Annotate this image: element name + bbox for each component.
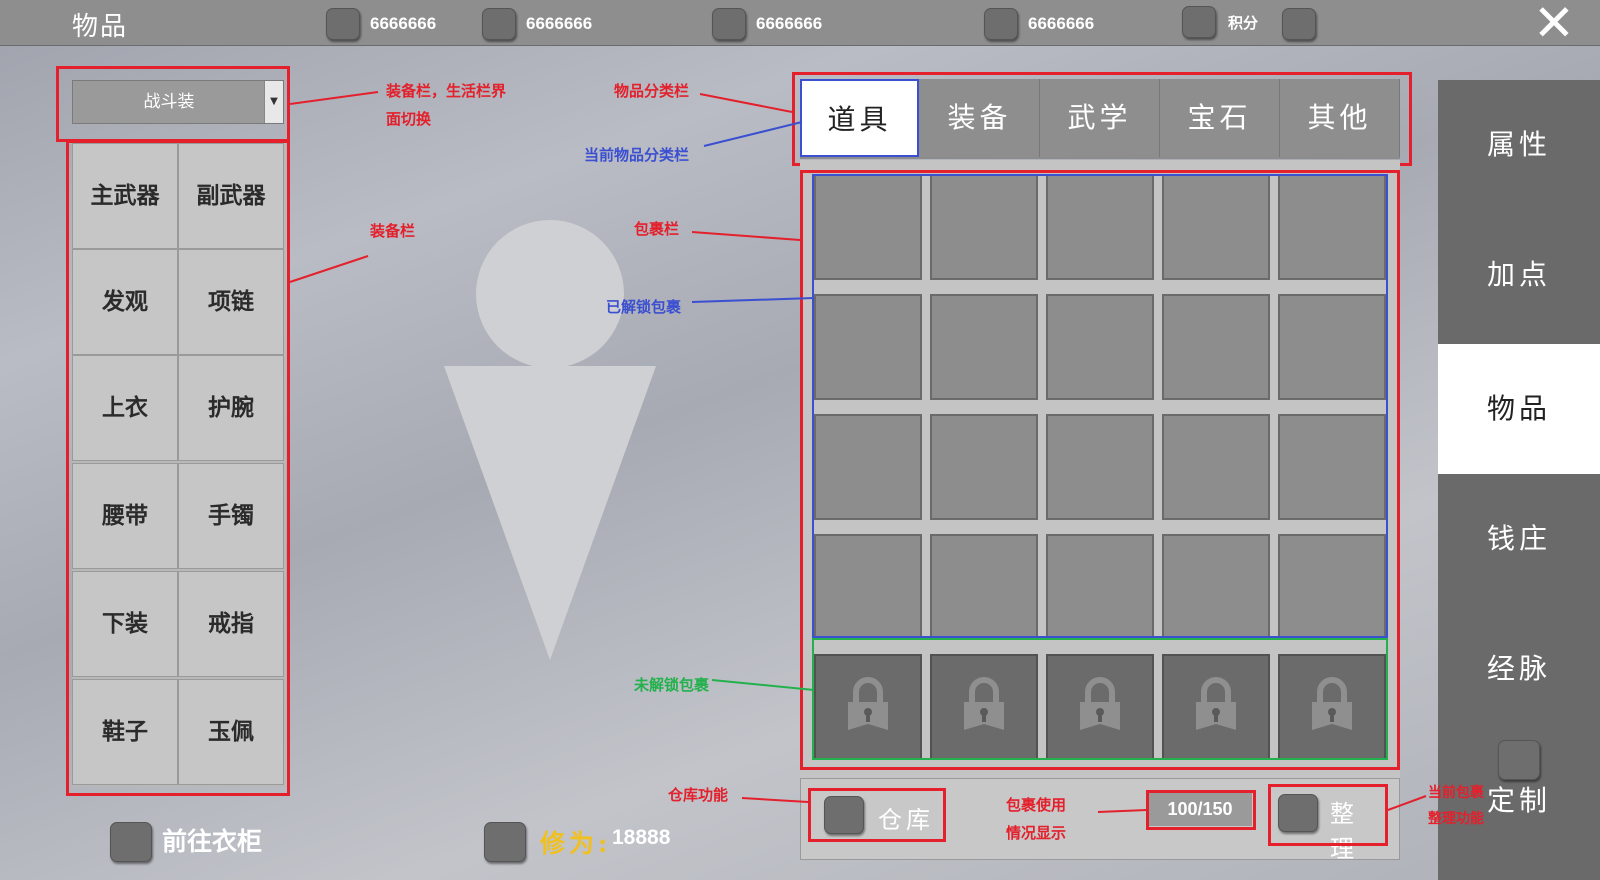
note-equipment: 装备栏 bbox=[370, 222, 416, 240]
note-bag: 包裹栏 bbox=[634, 220, 680, 238]
note-locked: 未解锁包裹 bbox=[634, 676, 710, 694]
annotation-lines bbox=[289, 91, 1427, 813]
note-capacity-1: 包裹使用 bbox=[1006, 796, 1067, 814]
note-current-category: 当前物品分类栏 bbox=[584, 146, 690, 164]
note-warehouse: 仓库功能 bbox=[668, 786, 729, 804]
note-dropdown-1: 装备栏，生活栏界 bbox=[386, 82, 507, 100]
note-sort-2: 整理功能 bbox=[1428, 811, 1484, 827]
note-unlocked: 已解锁包裹 bbox=[606, 298, 682, 316]
note-dropdown-2: 面切换 bbox=[386, 110, 432, 128]
note-sort-1: 当前包裹 bbox=[1428, 785, 1484, 801]
note-capacity-2: 情况显示 bbox=[1006, 824, 1067, 842]
note-categories: 物品分类栏 bbox=[614, 82, 690, 100]
